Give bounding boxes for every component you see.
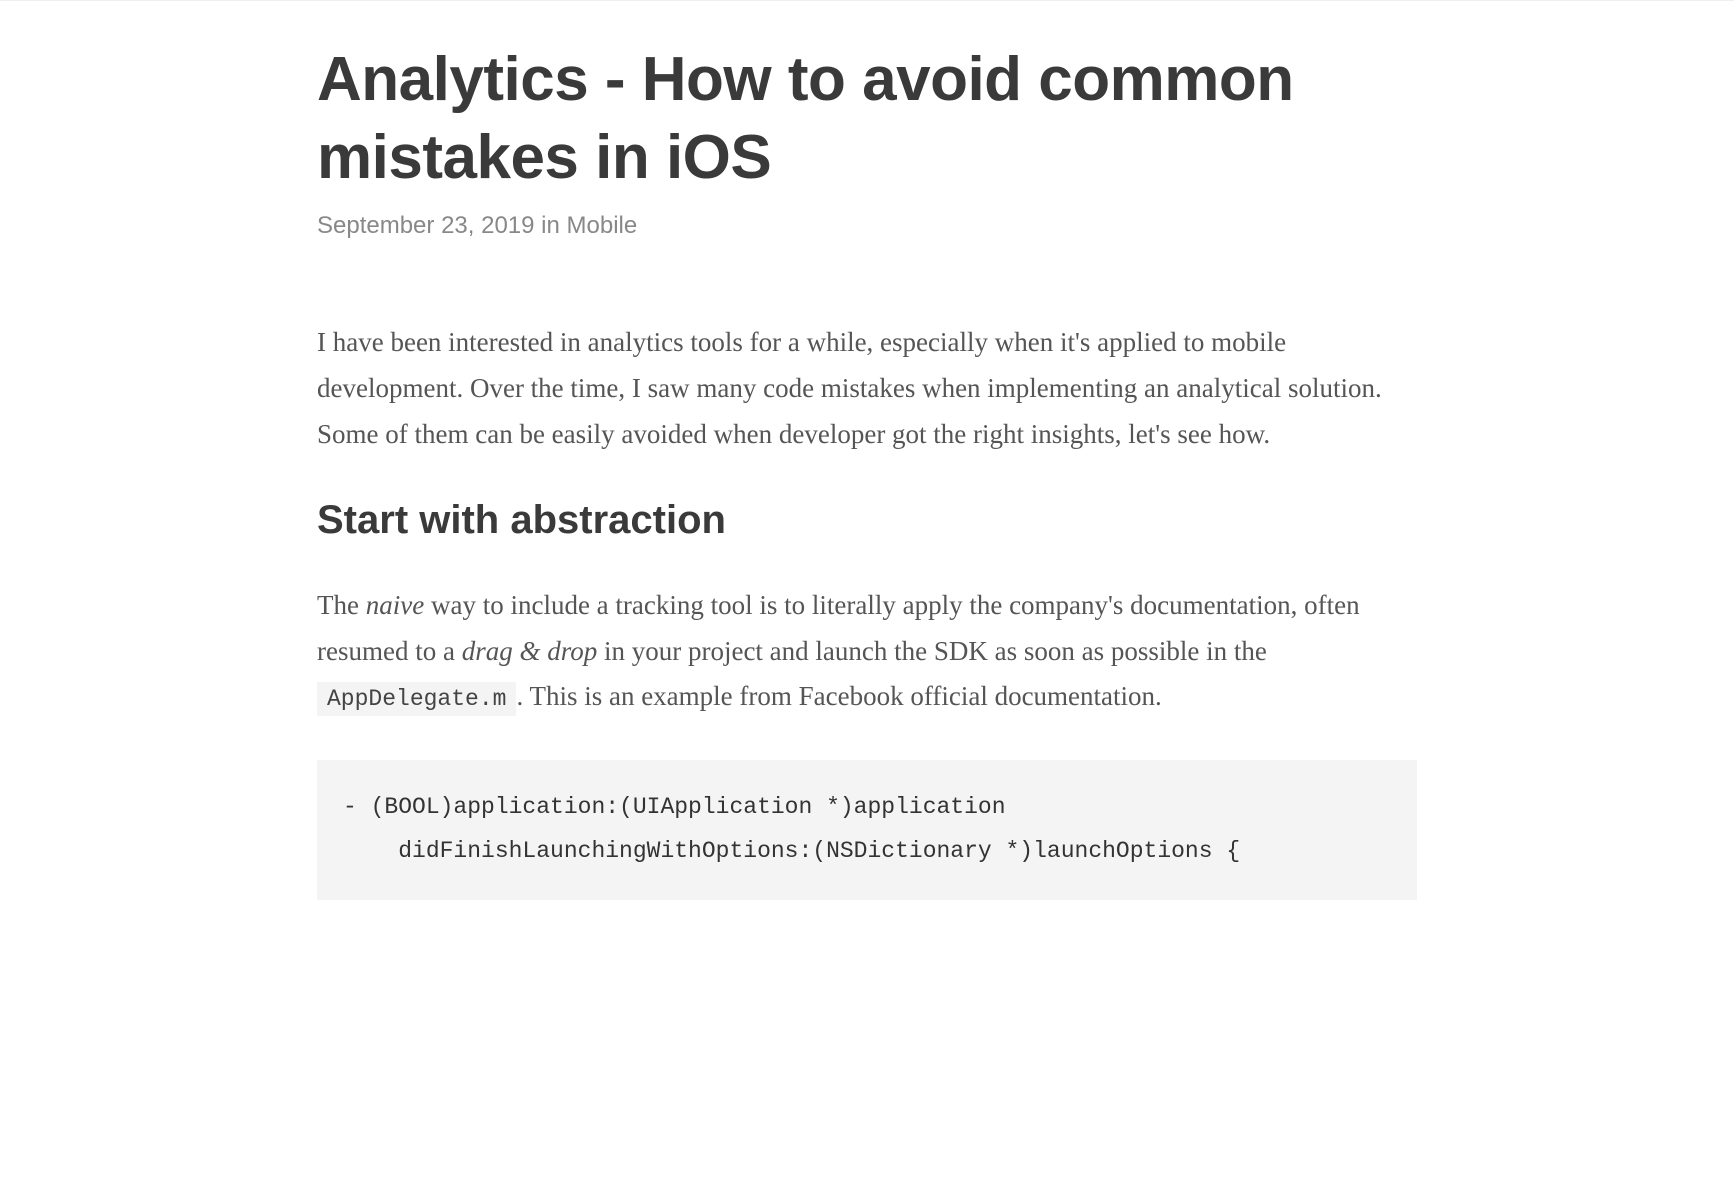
section-heading-abstraction: Start with abstraction (317, 498, 1417, 543)
article-title: Analytics - How to avoid common mistakes… (317, 41, 1417, 196)
para2-emphasis-naive: naive (366, 590, 424, 620)
para2-text-3: in your project and launch the SDK as so… (597, 636, 1267, 666)
article-container: Analytics - How to avoid common mistakes… (297, 1, 1437, 900)
article-category-link[interactable]: Mobile (567, 212, 638, 239)
inline-code-appdelegate: AppDelegate.m (317, 682, 516, 716)
code-block-objc: - (BOOL)application:(UIApplication *)app… (317, 760, 1417, 899)
meta-separator: in (535, 212, 567, 239)
para2-text-4: . This is an example from Facebook offic… (516, 681, 1161, 711)
intro-paragraph: I have been interested in analytics tool… (317, 320, 1417, 458)
abstraction-paragraph: The naive way to include a tracking tool… (317, 583, 1417, 721)
para2-text-1: The (317, 590, 366, 620)
para2-emphasis-dragdrop: drag & drop (462, 636, 598, 666)
article-meta: September 23, 2019 in Mobile (317, 212, 1417, 240)
article-date: September 23, 2019 (317, 212, 535, 239)
